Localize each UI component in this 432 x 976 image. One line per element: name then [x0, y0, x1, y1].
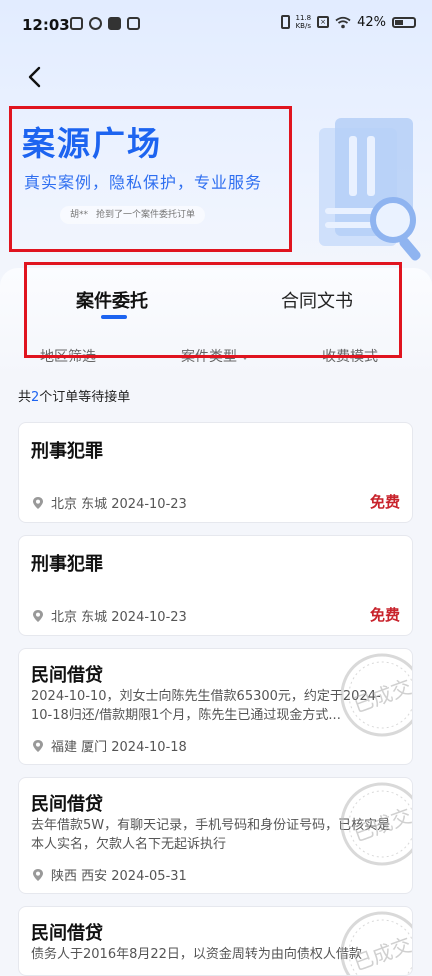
card-location-text: 北京 东城 2024-10-23: [51, 497, 187, 512]
stamp-text: 已成交: [350, 803, 413, 846]
deal-closed-stamp: 已成交: [340, 653, 413, 737]
deal-closed-stamp: 已成交: [340, 911, 413, 975]
page-title: 案源广场: [22, 124, 162, 163]
card-location: 北京 东城 2024-10-23: [31, 606, 187, 625]
summary-prefix: 共: [18, 390, 32, 405]
vibrate-icon: [280, 15, 290, 29]
mail-notification-icon: [127, 17, 140, 30]
document-magnifier-illustration: [319, 118, 421, 261]
back-arrow-icon[interactable]: [22, 64, 48, 90]
filter-region[interactable]: 地区筛选: [40, 346, 96, 362]
location-pin-icon: [33, 496, 43, 509]
battery-icon: [392, 16, 416, 28]
card-location-text: 陕西 西安 2024-05-31: [51, 869, 187, 884]
order-card[interactable]: 民间借贷 去年借款5W，有聊天记录，手机号码和身份证号码，已核实是本人实名，欠款…: [18, 777, 413, 894]
card-location: 福建 厦门 2024-10-18: [31, 736, 187, 755]
battery-percent: 42%: [357, 14, 386, 30]
ticker-user: 胡**: [70, 210, 89, 220]
no-sim-icon: ×: [317, 16, 330, 28]
filter-fee-mode[interactable]: 收费模式: [322, 346, 378, 362]
card-location: 北京 东城 2024-10-23: [31, 493, 187, 512]
status-bar: 12:03 11.8 KB/s × 42%: [0, 0, 432, 50]
filter-case-type[interactable]: 案件类型: [181, 346, 249, 362]
card-location-text: 福建 厦门 2024-10-18: [51, 740, 187, 755]
summary-suffix: 个订单等待接单: [39, 390, 131, 405]
tab-contract-documents[interactable]: 合同文书: [281, 287, 353, 313]
order-count-summary: 共2个订单等待接单: [18, 386, 130, 405]
card-title: 刑事犯罪: [31, 554, 103, 575]
filter-region-label: 地区筛选: [40, 349, 96, 362]
notification-icons: [70, 17, 140, 30]
network-speed-value: 11.8: [295, 14, 312, 22]
card-title: 民间借贷: [31, 794, 103, 815]
order-card[interactable]: 刑事犯罪 北京 东城 2024-10-23 免费: [18, 535, 413, 636]
page-subtitle: 真实案例，隐私保护，专业服务: [24, 173, 263, 192]
order-card[interactable]: 刑事犯罪 北京 东城 2024-10-23 免费: [18, 422, 413, 523]
order-card[interactable]: 民间借贷 2024-10-10，刘女士向陈先生借款65300元，约定于2024-…: [18, 648, 413, 765]
tiktok-notification-icon: [108, 17, 121, 30]
chevron-down-icon: [241, 354, 249, 360]
wifi-icon: [335, 16, 351, 28]
location-pin-icon: [33, 609, 43, 622]
tab-case-commission[interactable]: 案件委托: [76, 287, 148, 313]
card-title: 刑事犯罪: [31, 441, 103, 462]
deal-closed-stamp: 已成交: [340, 782, 413, 866]
stamp-text: 已成交: [350, 932, 413, 975]
filter-case-type-label: 案件类型: [181, 349, 237, 362]
location-pin-icon: [33, 739, 43, 752]
card-location-text: 北京 东城 2024-10-23: [51, 610, 187, 625]
status-right: 11.8 KB/s × 42%: [280, 14, 416, 30]
network-speed: 11.8 KB/s: [296, 14, 312, 30]
network-speed-unit: KB/s: [295, 22, 311, 30]
ticker-text: 抢到了一个案件委托订单: [96, 210, 196, 220]
active-tab-indicator: [101, 315, 127, 319]
order-card[interactable]: 民间借贷 债务人于2016年8月22日，以资金周转为由向债权人借款 已成交: [18, 906, 413, 976]
card-title: 民间借贷: [31, 665, 103, 686]
filter-bar: 地区筛选 案件类型 收费模式: [0, 342, 432, 362]
filter-fee-mode-label: 收费模式: [322, 349, 378, 362]
order-ticker: 胡** 抢到了一个案件委托订单: [60, 206, 206, 224]
card-title: 民间借贷: [31, 923, 103, 944]
stamp-text: 已成交: [350, 674, 413, 717]
app-notification-icon: [70, 17, 83, 30]
location-pin-icon: [33, 868, 43, 881]
status-time: 12:03: [22, 16, 70, 34]
card-price: 免费: [369, 606, 400, 624]
card-location: 陕西 西安 2024-05-31: [31, 865, 187, 884]
link-notification-icon: [89, 17, 102, 30]
card-price: 免费: [369, 493, 400, 511]
